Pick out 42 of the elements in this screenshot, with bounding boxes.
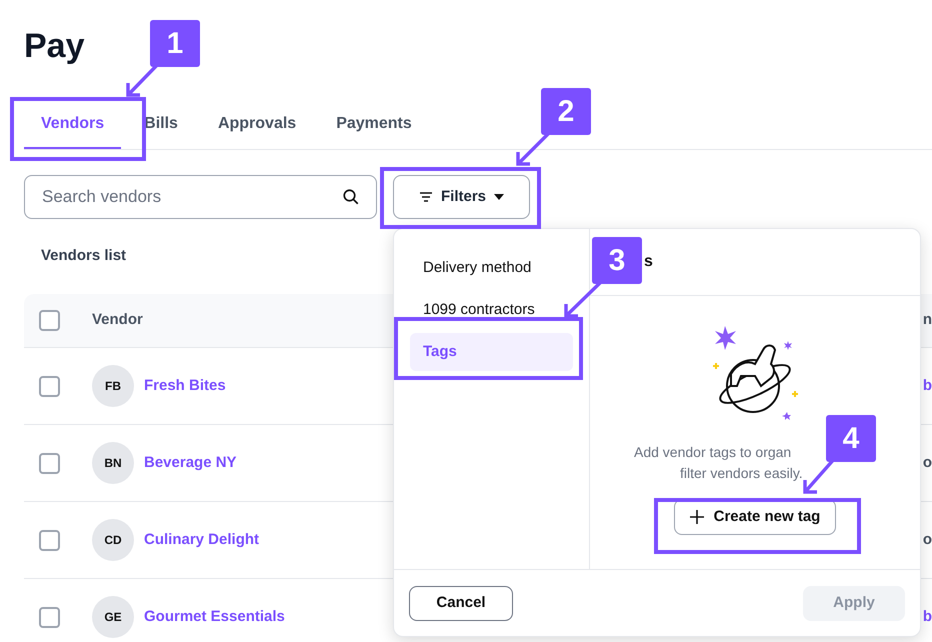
callout-number: 1	[150, 20, 200, 67]
tab[interactable]: Vendors	[24, 100, 122, 149]
create-tag-button[interactable]: Create new tag	[674, 499, 836, 535]
tab[interactable]: Approvals	[200, 100, 314, 149]
filter-icon	[418, 191, 433, 203]
caret-icon	[494, 194, 504, 200]
filter-category[interactable]: 1099 contractors	[410, 291, 573, 329]
vendor-link[interactable]: Culinary Delight	[144, 528, 260, 552]
vendor-link[interactable]: Fresh Bites	[144, 374, 226, 398]
table-cell-text: o	[922, 530, 932, 550]
vendor-link[interactable]: Beverage NY	[144, 452, 237, 474]
filters-button[interactable]: Filters	[393, 175, 530, 219]
filter-category[interactable]: Delivery method	[410, 249, 573, 287]
tab[interactable]: Payments	[319, 100, 429, 149]
search-field[interactable]: Search vendors	[24, 175, 377, 219]
vendor-link[interactable]: Gourmet Essentials	[144, 606, 285, 628]
panel-title: s	[644, 252, 653, 272]
table-cell-text: b	[922, 606, 932, 627]
avatar: GE	[92, 596, 134, 638]
checkbox[interactable]	[39, 530, 60, 550]
page-title: Pay	[24, 26, 84, 66]
avatar: CD	[92, 519, 134, 561]
column-header: Vendor	[92, 310, 143, 330]
column-header: n	[922, 310, 932, 330]
avatar: BN	[92, 442, 134, 484]
avatar: FB	[92, 365, 134, 407]
table-cell-text: o	[922, 452, 932, 473]
callout-number: 4	[826, 415, 876, 462]
checkbox[interactable]	[39, 376, 60, 396]
callout-number: 3	[592, 237, 642, 284]
search-icon	[342, 188, 360, 206]
section-title: Vendors list	[41, 246, 126, 266]
cancel-button[interactable]: Cancel	[409, 586, 513, 620]
callout-number: 2	[541, 88, 591, 135]
checkbox[interactable]	[39, 606, 60, 628]
empty-state-text: filter vendors easily.	[680, 464, 803, 483]
filter-category[interactable]: Tags	[410, 333, 573, 371]
table-cell-text: b	[922, 376, 932, 396]
plus-icon	[690, 510, 704, 524]
checkbox[interactable]	[39, 452, 60, 474]
checkbox[interactable]	[39, 310, 60, 331]
empty-state-text: Add vendor tags to organ	[634, 443, 792, 462]
